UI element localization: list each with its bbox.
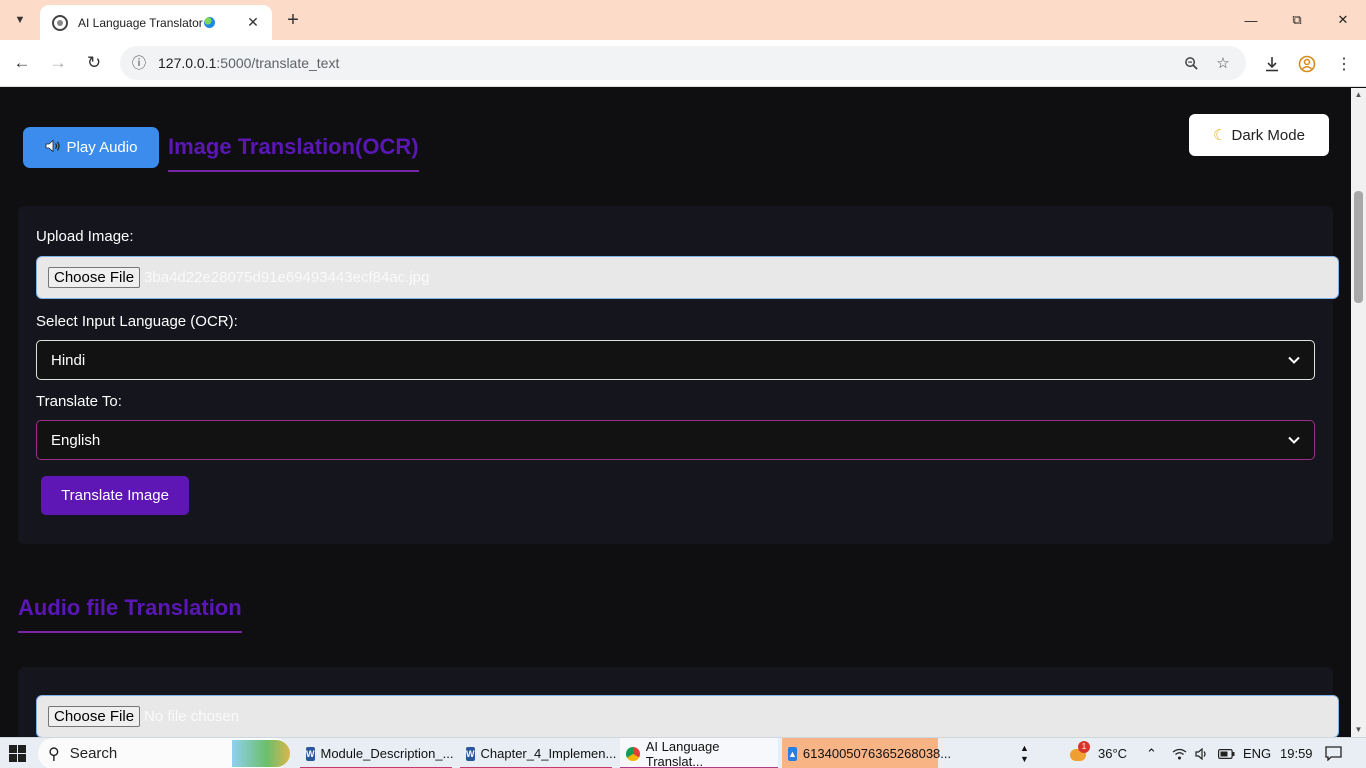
clock[interactable]: 19:59 — [1280, 738, 1313, 768]
chevron-down-icon — [1288, 434, 1300, 446]
browser-toolbar: ← → ↻ ⓘ 127.0.0.1:5000/translate_text ☆ … — [0, 40, 1366, 87]
dark-mode-button[interactable]: ☾ Dark Mode — [1189, 114, 1329, 156]
audio-section-title: Audio file Translation — [18, 595, 242, 633]
restore-icon[interactable]: ⧉ — [1274, 0, 1320, 40]
page-content: Play Audio Image Translation(OCR) ☾ Dark… — [0, 88, 1351, 737]
chevron-down-icon: ▼ — [1020, 753, 1029, 764]
speaker-volume-icon[interactable] — [1195, 738, 1209, 768]
taskbar-scroll-arrows[interactable]: ▲ ▼ — [1020, 738, 1029, 768]
translate-to-select[interactable]: English — [36, 420, 1315, 460]
audio-file-input[interactable]: Choose File No file chosen — [36, 695, 1339, 737]
audio-file-status: No file chosen — [144, 708, 240, 725]
speaker-icon — [45, 139, 61, 156]
taskbar-search-label: Search — [69, 745, 118, 762]
temperature: 36°C — [1098, 746, 1128, 761]
browser-tab[interactable]: AI Language Translator ✕ — [40, 5, 272, 40]
scroll-up-icon[interactable]: ▲ — [1354, 90, 1363, 99]
close-window-icon[interactable]: ✕ — [1320, 0, 1366, 40]
image-section-title: Image Translation(OCR) — [168, 134, 419, 172]
image-translation-card: Upload Image: Choose File 3ba4d22e28075d… — [18, 206, 1339, 544]
weather-badge: 1 — [1078, 740, 1090, 753]
image-file-name: 3ba4d22e28075d91e69493443ecf84ac.jpg — [144, 269, 430, 286]
notifications-icon[interactable] — [1325, 738, 1343, 768]
translate-to-label: Translate To: — [36, 393, 122, 410]
bookmark-star-icon[interactable]: ☆ — [1213, 53, 1233, 73]
more-menu-icon[interactable]: ⋮ — [1332, 52, 1356, 76]
word-icon: W — [306, 746, 315, 761]
zoom-icon[interactable] — [1181, 53, 1201, 73]
play-audio-button[interactable]: Play Audio — [23, 127, 159, 168]
play-audio-label: Play Audio — [66, 139, 138, 156]
globe-emoji-icon — [203, 16, 215, 28]
taskbar-app-label: Module_Description_... — [320, 746, 454, 761]
minimize-icon[interactable]: — — [1228, 0, 1274, 40]
wifi-icon[interactable] — [1172, 738, 1188, 768]
tab-title: AI Language Translator — [78, 15, 203, 30]
taskbar-search[interactable]: ⚲ Search — [38, 738, 290, 768]
address-bar[interactable]: ⓘ 127.0.0.1:5000/translate_text ☆ — [120, 46, 1246, 80]
taskbar-app-chapter-4[interactable]: W Chapter_4_Implemen... — [460, 738, 616, 768]
taskbar-app-label: AI Language Translat... — [645, 738, 720, 768]
dark-mode-label: Dark Mode — [1231, 126, 1305, 144]
audio-choose-file-button[interactable]: Choose File — [48, 706, 141, 727]
chevron-down-icon: ▼ — [14, 14, 26, 26]
search-icon: ⚲ — [48, 745, 60, 763]
battery-icon[interactable] — [1218, 738, 1236, 768]
close-tab-icon[interactable]: ✕ — [244, 14, 262, 31]
download-icon[interactable] — [1260, 52, 1284, 76]
reload-icon[interactable]: ↻ — [81, 50, 107, 76]
taskbar-app-module-description[interactable]: W Module_Description_... — [300, 738, 454, 768]
weather-icon: 1 — [1068, 740, 1090, 763]
input-language[interactable]: ENG — [1243, 738, 1271, 768]
chevron-up-icon: ▲ — [1020, 742, 1029, 753]
tab-search-button[interactable]: ▼ — [6, 8, 34, 32]
forward-arrow-icon[interactable]: → — [45, 50, 71, 76]
input-language-select[interactable]: Hindi — [36, 340, 1315, 380]
page-scrollbar[interactable]: ▲ ▼ — [1351, 88, 1366, 737]
chevron-up-icon[interactable]: ⌃ — [1146, 738, 1160, 768]
translate-to-value: English — [51, 431, 101, 449]
choose-file-button[interactable]: Choose File — [48, 267, 141, 288]
site-info-icon[interactable]: ⓘ — [130, 54, 148, 72]
window-controls: — ⧉ ✕ — [1228, 0, 1366, 40]
taskbar-app-photos[interactable]: ▲ 6134005076365268038... — [782, 738, 951, 768]
chevron-down-icon — [1288, 354, 1300, 366]
windows-start-icon[interactable] — [9, 745, 26, 762]
translate-image-button[interactable]: Translate Image — [41, 476, 189, 515]
search-highlight-illustration — [232, 740, 290, 767]
profile-avatar-icon[interactable] — [1295, 52, 1319, 76]
chrome-icon — [626, 746, 640, 761]
taskbar-app-label: Chapter_4_Implemen... — [480, 746, 617, 761]
scroll-thumb[interactable] — [1354, 191, 1363, 303]
image-file-input[interactable]: Choose File 3ba4d22e28075d91e69493443ecf… — [36, 256, 1339, 299]
new-tab-button[interactable]: + — [282, 9, 304, 31]
favicon-icon — [52, 14, 68, 31]
photos-icon: ▲ — [788, 746, 797, 761]
upload-image-label: Upload Image: — [36, 228, 134, 245]
word-icon: W — [466, 746, 475, 761]
browser-tab-strip: ▼ AI Language Translator ✕ + — ⧉ ✕ — [0, 0, 1366, 40]
input-language-value: Hindi — [51, 351, 86, 369]
taskbar-app-chrome[interactable]: AI Language Translat... — [620, 738, 778, 768]
taskbar-app-label: 6134005076365268038... — [802, 746, 952, 761]
windows-taskbar: ⚲ Search W Module_Description_... W Chap… — [0, 737, 1366, 768]
scroll-down-icon[interactable]: ▼ — [1354, 725, 1363, 734]
audio-translation-card: Choose File No file chosen — [18, 667, 1339, 737]
url-path: :5000/translate_text — [216, 55, 340, 71]
back-arrow-icon[interactable]: ← — [9, 50, 35, 76]
weather-widget[interactable]: 1 36°C — [1068, 738, 1127, 768]
url-host: 127.0.0.1 — [158, 55, 217, 71]
moon-icon: ☾ — [1213, 127, 1227, 144]
input-language-label: Select Input Language (OCR): — [36, 313, 238, 330]
